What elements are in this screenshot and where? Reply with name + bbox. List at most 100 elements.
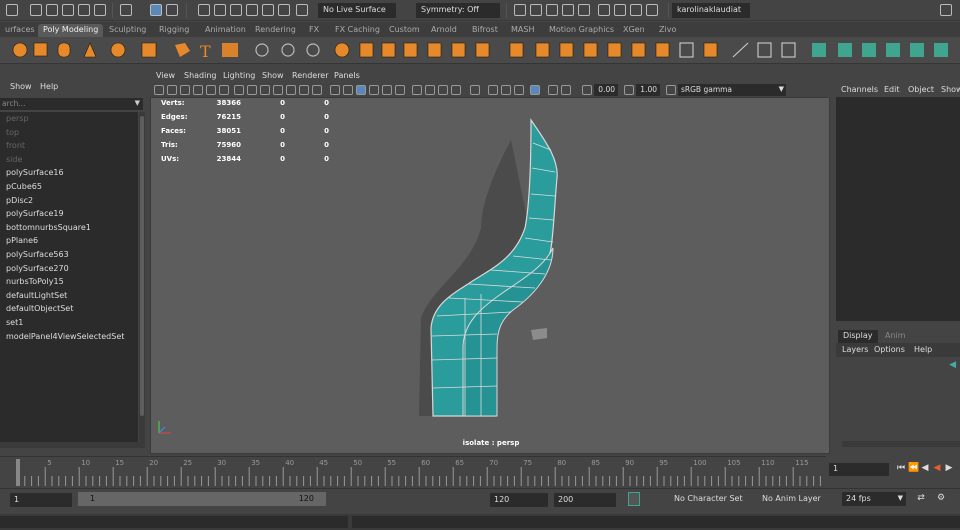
snap-curve-icon[interactable] xyxy=(214,4,226,16)
outliner-menu-help[interactable]: Help xyxy=(40,82,58,91)
shelf-tab[interactable]: XGen xyxy=(618,24,650,37)
shelf-tab[interactable]: Poly Modeling xyxy=(38,24,104,37)
wireframe-on-shaded-icon[interactable] xyxy=(356,85,366,95)
viewport-3d[interactable]: Verts: 38366 0 0 Edges: 76215 0 0 Faces: 38051 0 0 T… xyxy=(150,97,830,454)
safe-action-icon[interactable] xyxy=(299,85,309,95)
layer-menu-help[interactable]: Help xyxy=(914,345,932,354)
outliner-item[interactable]: nurbsToPoly15 xyxy=(0,275,138,289)
viewport-menu-renderer[interactable]: Renderer xyxy=(292,71,329,80)
snap-view-icon[interactable] xyxy=(246,4,258,16)
viewport-menu-shading[interactable]: Shading xyxy=(184,71,217,80)
lock-icon[interactable] xyxy=(598,4,610,16)
exposure-icon[interactable] xyxy=(582,85,592,95)
shelf-tab[interactable]: Bifrost xyxy=(467,24,503,37)
render-settings-icon[interactable] xyxy=(562,4,574,16)
select-camera-icon[interactable] xyxy=(154,85,164,95)
smooth-shade-icon[interactable] xyxy=(343,85,353,95)
shelf-tab[interactable]: Custom xyxy=(384,24,425,37)
viewport-menu-show[interactable]: Show xyxy=(262,71,284,80)
camera-icon[interactable] xyxy=(630,4,642,16)
screen-space-ao-icon[interactable] xyxy=(412,85,422,95)
2d-pan-zoom-icon[interactable] xyxy=(206,85,216,95)
history-icon[interactable] xyxy=(514,4,526,16)
outliner-item[interactable]: polySurface270 xyxy=(0,262,138,276)
grid-toggle-icon[interactable] xyxy=(234,85,244,95)
viewport-menu-panels[interactable]: Panels xyxy=(334,71,360,80)
outliner-item[interactable]: polySurface19 xyxy=(0,207,138,221)
viewport-menu-view[interactable]: View xyxy=(156,71,175,80)
grid-icon[interactable] xyxy=(646,4,658,16)
tab-anim[interactable]: Anim xyxy=(880,330,911,343)
ipr-render-icon[interactable] xyxy=(546,4,558,16)
snap-grid-icon[interactable] xyxy=(198,4,210,16)
outliner-search-input[interactable]: arch... ▼ xyxy=(0,98,143,110)
shelf-tab[interactable]: urfaces xyxy=(0,24,40,37)
shelf-tab[interactable]: Rigging xyxy=(154,24,194,37)
range-slider[interactable]: 1 120 xyxy=(78,492,326,506)
settings-icon[interactable] xyxy=(940,4,952,16)
grease-pencil-icon[interactable] xyxy=(219,85,229,95)
anim-layer-dropdown[interactable]: No Anim Layer xyxy=(758,492,825,506)
save-scene-icon[interactable] xyxy=(62,4,74,16)
outliner-item[interactable]: top xyxy=(0,126,138,140)
motion-blur-icon[interactable] xyxy=(425,85,435,95)
snap-live-icon[interactable] xyxy=(278,4,290,16)
mesh-object[interactable] xyxy=(151,98,830,454)
select-object-icon[interactable] xyxy=(150,4,162,16)
shelf-tab[interactable]: Rendering xyxy=(250,24,301,37)
outliner-item[interactable]: pDisc2 xyxy=(0,194,138,208)
outliner-item[interactable]: defaultLightSet xyxy=(0,289,138,303)
gate-mask-icon[interactable] xyxy=(273,85,283,95)
layer-arrow-icon[interactable]: ◀ xyxy=(949,360,956,370)
outliner-item[interactable]: pPlane6 xyxy=(0,234,138,248)
redo-icon[interactable] xyxy=(94,4,106,16)
multisample-aa-icon[interactable] xyxy=(438,85,448,95)
wireframe-icon[interactable] xyxy=(330,85,340,95)
channel-box-menu-show[interactable]: Show xyxy=(941,85,960,94)
outliner-item[interactable]: defaultObjectSet xyxy=(0,302,138,316)
layer-menu-layers[interactable]: Layers xyxy=(842,345,868,354)
gamma-icon[interactable] xyxy=(624,85,634,95)
user-account-dropdown[interactable]: karolinaklaudiat xyxy=(672,3,750,18)
auto-key-icon[interactable] xyxy=(628,492,640,506)
symmetry-dropdown[interactable]: Symmetry: Off xyxy=(416,3,500,18)
xray-active-icon[interactable] xyxy=(501,85,511,95)
field-chart-icon[interactable] xyxy=(286,85,296,95)
viewport-menu-lighting[interactable]: Lighting xyxy=(223,71,255,80)
shelf-tab[interactable]: Motion Graphics xyxy=(544,24,619,37)
outliner-item[interactable]: set1 xyxy=(0,316,138,330)
shading-preset-icon[interactable] xyxy=(548,85,558,95)
new-scene-icon[interactable] xyxy=(30,4,42,16)
outliner-item[interactable]: front xyxy=(0,139,138,153)
outliner-item[interactable]: persp xyxy=(0,112,138,126)
xray-icon[interactable] xyxy=(488,85,498,95)
loop-icon[interactable]: ⇄ xyxy=(916,493,926,504)
channel-box-menu-edit[interactable]: Edit xyxy=(884,85,900,94)
play-backwards-icon[interactable]: ◀ xyxy=(932,463,942,474)
layer-editor-scrollbar[interactable] xyxy=(842,441,960,447)
play-forwards-icon[interactable]: ▶ xyxy=(944,463,954,474)
undo-icon[interactable] xyxy=(78,4,90,16)
outliner-vscrollbar[interactable] xyxy=(139,112,145,442)
preferences-icon[interactable]: ⚙ xyxy=(936,493,946,504)
snap-point-icon[interactable] xyxy=(230,4,242,16)
time-slider[interactable]: 5 10 15 20 25 30 35 40 45 50 55 60 65 70 75 80 85 90 95 100… xyxy=(0,456,826,486)
shelf-tab[interactable]: Animation xyxy=(200,24,251,37)
anim-end-field[interactable]: 200 xyxy=(554,493,616,507)
shelf-tab[interactable]: Sculpting xyxy=(104,24,151,37)
channel-box-menu-channels[interactable]: Channels xyxy=(841,85,878,94)
magnet-icon[interactable] xyxy=(296,4,308,16)
image-plane-icon[interactable] xyxy=(193,85,203,95)
safe-title-icon[interactable] xyxy=(312,85,322,95)
character-set-dropdown[interactable]: No Character Set xyxy=(670,492,747,506)
outliner-menu-show[interactable]: Show xyxy=(10,82,32,91)
use-all-lights-icon[interactable] xyxy=(382,85,392,95)
exposure-field[interactable]: 0.00 xyxy=(594,84,618,96)
current-frame-field[interactable]: 1 xyxy=(829,463,889,476)
outliner-hscrollbar[interactable] xyxy=(0,442,145,448)
layer-menu-options[interactable]: Options xyxy=(874,345,905,354)
light-icon[interactable] xyxy=(614,4,626,16)
shadows-icon[interactable] xyxy=(395,85,405,95)
hypershade-icon[interactable] xyxy=(578,4,590,16)
shelf-tab[interactable]: FX xyxy=(304,24,324,37)
